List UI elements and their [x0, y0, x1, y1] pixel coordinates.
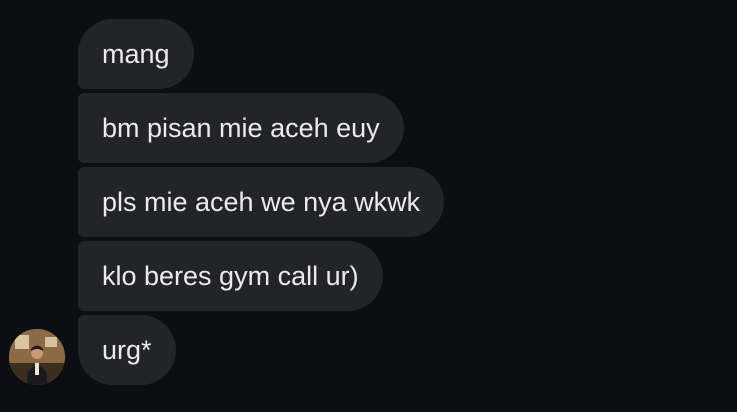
message-text: bm pisan mie aceh euy [102, 113, 380, 143]
message-text: klo beres gym call ur) [102, 261, 359, 291]
user-avatar-icon [9, 329, 65, 385]
message-text: pls mie aceh we nya wkwk [102, 187, 421, 217]
message-text: urg* [102, 335, 152, 365]
message-text: mang [102, 39, 170, 69]
chat-thread: mang bm pisan mie aceh euy pls mie aceh … [0, 0, 737, 412]
message-bubble[interactable]: urg* [78, 315, 176, 385]
avatar[interactable] [9, 329, 65, 385]
message-bubble[interactable]: mang [78, 19, 194, 89]
message-bubble[interactable]: bm pisan mie aceh euy [78, 93, 404, 163]
message-bubble[interactable]: pls mie aceh we nya wkwk [78, 167, 445, 237]
message-bubble[interactable]: klo beres gym call ur) [78, 241, 383, 311]
